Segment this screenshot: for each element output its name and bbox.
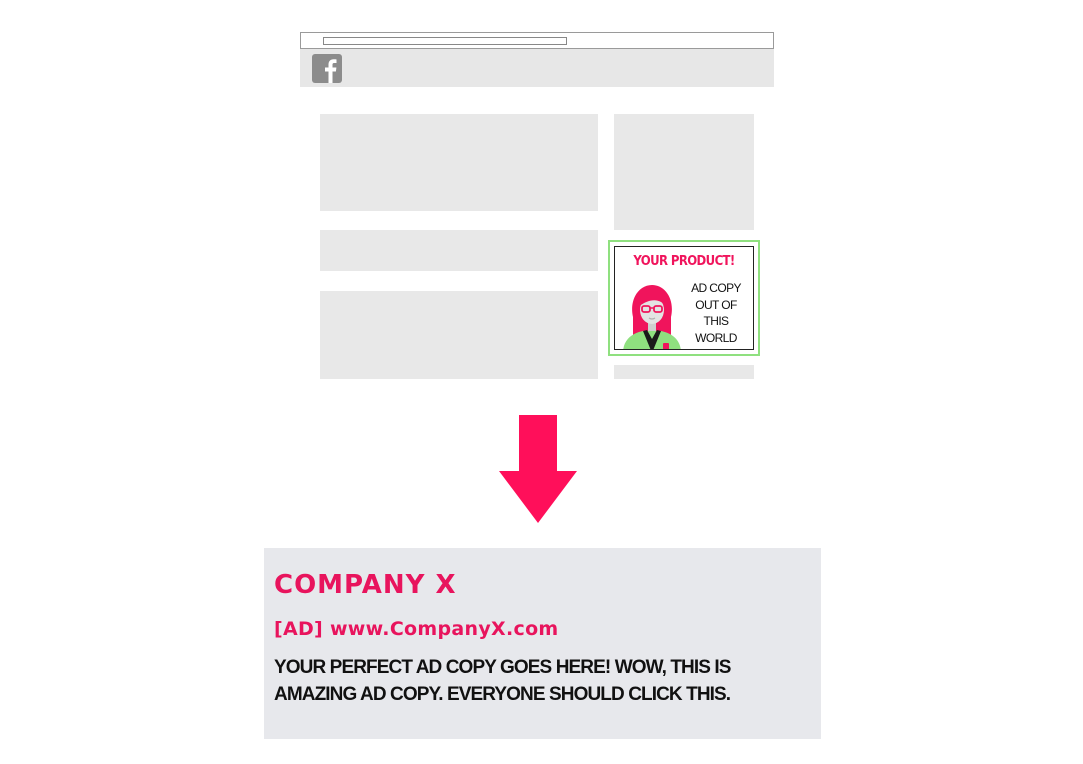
sidebar-ad-highlight[interactable]: YOUR PRODUCT! AD COPY OUT OF THIS WORLD: [608, 240, 760, 356]
facebook-icon[interactable]: [312, 54, 342, 83]
address-bar[interactable]: [323, 37, 567, 45]
feed-post-placeholder: [320, 230, 598, 271]
ad-body-copy: YOUR PERFECT AD COPY GOES HERE! WOW, THI…: [274, 657, 731, 705]
sidebar-placeholder: [614, 365, 754, 379]
ad-copy-line: WORLD: [695, 330, 737, 345]
sidebar-ad[interactable]: YOUR PRODUCT! AD COPY OUT OF THIS WORLD: [614, 246, 754, 350]
sidebar-placeholder: [614, 114, 754, 230]
ad-company-name: COMPANY X: [274, 570, 457, 600]
ad-copy-line: THIS: [703, 314, 730, 328]
ad-copy: AD COPY OUT OF THIS WORLD: [685, 280, 747, 346]
facebook-header-bar: [300, 49, 774, 87]
text-ad-preview[interactable]: COMPANY X [AD] www.CompanyX.com YOUR PER…: [264, 548, 821, 739]
arrow-down-icon: [499, 415, 577, 523]
woman-avatar-icon: [623, 285, 681, 349]
feed-post-placeholder: [320, 114, 598, 211]
ad-url-line[interactable]: [AD] www.CompanyX.com: [274, 618, 559, 640]
browser-top-bar: [300, 32, 774, 49]
feed-post-placeholder: [320, 291, 598, 379]
ad-headline: YOUR PRODUCT!: [633, 254, 735, 269]
ad-copy-line: OUT OF: [695, 297, 737, 312]
ad-copy-line: AD COPY: [691, 281, 741, 295]
